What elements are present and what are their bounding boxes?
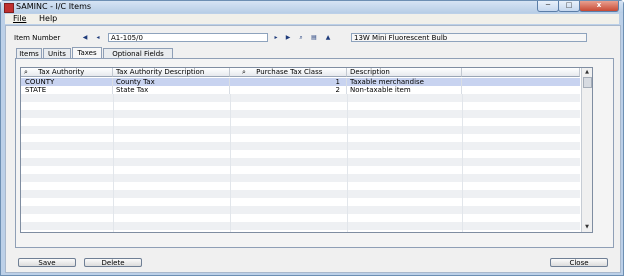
search-icon[interactable]: ⌕ (24, 68, 28, 76)
empty-row[interactable] (21, 126, 580, 134)
vertical-scrollbar[interactable]: ▲ ▼ (581, 68, 592, 232)
previous-icon[interactable]: ◂ (94, 34, 102, 42)
close-button[interactable]: Close (550, 258, 608, 267)
empty-row[interactable] (21, 134, 580, 142)
empty-row[interactable] (21, 206, 580, 214)
minimize-button[interactable]: ─ (537, 1, 559, 12)
save-button[interactable]: Save (18, 258, 76, 267)
column-divider (462, 94, 463, 232)
up-icon[interactable]: ▲ (324, 34, 332, 42)
empty-row[interactable] (21, 158, 580, 166)
next-icon[interactable]: ▸ (272, 34, 280, 42)
scroll-up-arrow-icon[interactable]: ▲ (583, 68, 591, 76)
column-header-description[interactable]: Description (347, 68, 462, 77)
close-window-button[interactable]: x (579, 1, 619, 12)
last-icon[interactable]: ▶ (284, 34, 292, 42)
empty-row[interactable] (21, 222, 580, 230)
scroll-down-arrow-icon[interactable]: ▼ (583, 223, 591, 231)
item-number-label: Item Number (14, 34, 61, 42)
tab-taxes[interactable]: Taxes (72, 47, 102, 58)
menu-file[interactable]: File (13, 14, 26, 24)
empty-row[interactable] (21, 190, 580, 198)
empty-row[interactable] (21, 214, 580, 222)
menu-bar: File Help (5, 14, 619, 24)
search-icon[interactable]: ⌕ (242, 68, 246, 76)
column-header-blank (462, 68, 580, 77)
column-header-tax-authority[interactable]: ⌕ Tax Authority (21, 68, 113, 77)
empty-row[interactable] (21, 174, 580, 182)
empty-row[interactable] (21, 198, 580, 206)
first-icon[interactable]: ◀ (81, 34, 89, 42)
empty-row[interactable] (21, 94, 580, 102)
empty-row[interactable] (21, 142, 580, 150)
empty-row[interactable] (21, 118, 580, 126)
column-header-tax-authority-description[interactable]: Tax Authority Description (113, 68, 230, 77)
app-icon (4, 3, 14, 13)
cell-tax-authority[interactable]: STATE (21, 86, 113, 94)
column-divider (347, 94, 348, 232)
tab-units[interactable]: Units (43, 48, 71, 58)
cell-purchase-tax-class[interactable]: 1 (230, 78, 347, 86)
empty-row[interactable] (21, 150, 580, 158)
menu-help[interactable]: Help (39, 14, 57, 24)
cell-tax-authority[interactable]: COUNTY (21, 78, 113, 86)
new-icon[interactable]: ▤ (310, 34, 318, 42)
item-number-input[interactable]: A1-105/0 (108, 33, 268, 42)
item-description-field: 13W Mini Fluorescent Bulb (351, 33, 587, 42)
delete-button[interactable]: Delete (84, 258, 142, 267)
column-divider (113, 94, 114, 232)
tab-optional-fields[interactable]: Optional Fields (103, 48, 173, 58)
empty-row[interactable] (21, 182, 580, 190)
maximize-button[interactable]: □ (558, 1, 580, 12)
search-icon[interactable]: ⌕ (297, 34, 305, 42)
column-divider (230, 94, 231, 232)
window-title: SAMINC - I/C Items (16, 2, 92, 11)
empty-row[interactable] (21, 102, 580, 110)
cell-tax-authority-description[interactable]: County Tax (113, 78, 230, 86)
scroll-thumb[interactable] (583, 77, 592, 88)
title-bar: SAMINC - I/C Items ─ □ x (1, 1, 623, 13)
column-header-purchase-tax-class[interactable]: ⌕ Purchase Tax Class (230, 68, 347, 77)
empty-row[interactable] (21, 166, 580, 174)
cell-tax-authority-description[interactable]: State Tax (113, 86, 230, 94)
app-window: SAMINC - I/C Items ─ □ x File Help Item … (0, 0, 624, 276)
empty-row[interactable] (21, 110, 580, 118)
tab-items[interactable]: Items (16, 48, 42, 58)
cell-description[interactable]: Non-taxable item (347, 86, 462, 94)
tax-grid[interactable]: ⌕ Tax Authority Tax Authority Descriptio… (20, 67, 593, 233)
main-panel: Item Number ◀ ◂ A1-105/0 ▸ ▶ ⌕ ▤ ▲ 13W M… (5, 25, 621, 273)
cell-purchase-tax-class[interactable]: 2 (230, 86, 347, 94)
cell-description[interactable]: Taxable merchandise (347, 78, 462, 86)
